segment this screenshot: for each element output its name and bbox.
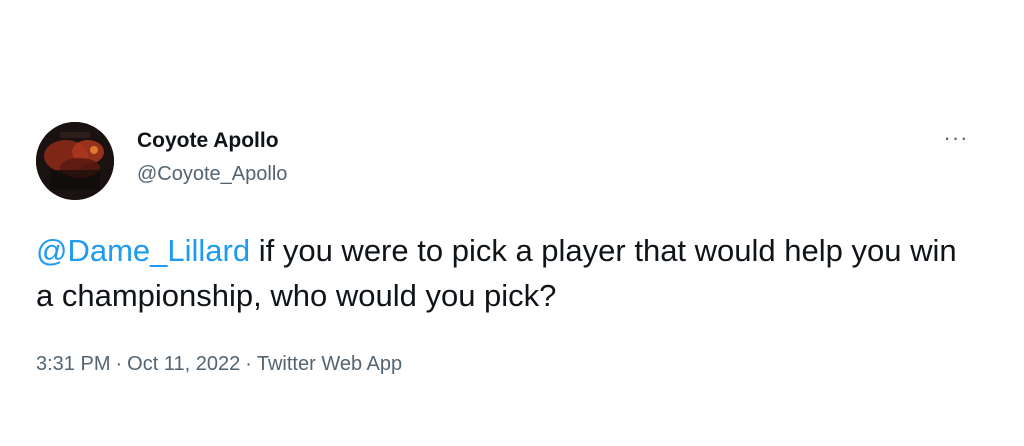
tweet-date[interactable]: Oct 11, 2022 (127, 353, 240, 375)
tweet-metadata: 3:31 PM · Oct 11, 2022 · Twitter Web App (36, 350, 402, 378)
author-names: Coyote Apollo @Coyote_Apollo (137, 128, 287, 188)
tweet-header: Coyote Apollo @Coyote_Apollo (36, 122, 287, 200)
avatar[interactable] (36, 122, 114, 200)
more-horizontal-icon: ··· (943, 125, 969, 150)
tweet-card: Coyote Apollo @Coyote_Apollo ··· @Dame_L… (0, 0, 1024, 446)
separator-dot: · (115, 353, 123, 375)
tweet-text: @Dame_Lillard if you were to pick a play… (36, 228, 976, 318)
mention-link[interactable]: @Dame_Lillard (36, 233, 250, 268)
separator-dot: · (245, 353, 252, 375)
tweet-source[interactable]: Twitter Web App (257, 353, 402, 375)
author-handle[interactable]: @Coyote_Apollo (137, 160, 287, 188)
more-options-button[interactable]: ··· (942, 125, 970, 150)
avatar-image (36, 122, 114, 200)
author-display-name[interactable]: Coyote Apollo (137, 128, 287, 154)
tweet-time[interactable]: 3:31 PM (36, 353, 110, 375)
